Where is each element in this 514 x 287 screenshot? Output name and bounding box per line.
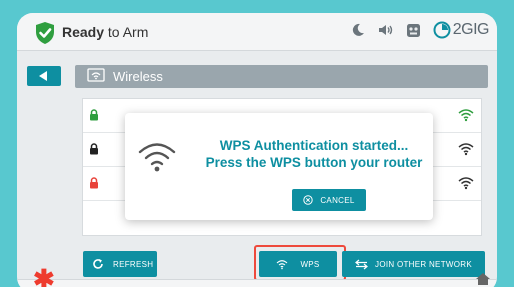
bottom-bar [17, 279, 497, 287]
lock-icon [90, 109, 98, 121]
camera-icon[interactable] [405, 21, 423, 39]
join-label: JOIN OTHER NETWORK [375, 259, 472, 269]
wifi-icon [277, 259, 288, 269]
cancel-button[interactable]: CANCEL [292, 189, 366, 211]
wireless-icon [87, 68, 105, 82]
wps-label: WPS [300, 259, 320, 269]
wifi-icon [138, 143, 176, 172]
brand-logo: 2GIG [433, 21, 490, 39]
join-other-network-button[interactable]: JOIN OTHER NETWORK [342, 251, 485, 277]
dialog-message-line1: WPS Authentication started... [219, 138, 409, 153]
top-icons: 2GIG [349, 21, 490, 39]
brand-text: 2GIG [452, 21, 490, 38]
cancel-label: CANCEL [320, 195, 355, 205]
status-strong: Ready [62, 24, 105, 40]
lock-icon [90, 143, 98, 155]
status-rest: to Arm [104, 24, 149, 40]
brand-logo-icon [433, 21, 451, 39]
shield-check-icon [36, 22, 54, 44]
wifi-signal-icon [458, 143, 474, 156]
cancel-icon [303, 195, 314, 205]
emergency-star-icon[interactable]: ✱ [33, 264, 55, 287]
lock-icon [90, 177, 98, 189]
speaker-icon[interactable] [377, 21, 395, 39]
refresh-label: REFRESH [113, 259, 154, 269]
status-bar: Ready to Arm 2GIG [17, 13, 497, 51]
refresh-button[interactable]: REFRESH [83, 251, 157, 277]
wifi-signal-icon [458, 109, 474, 122]
wifi-signal-icon [458, 177, 474, 190]
swap-arrows-icon [355, 259, 368, 269]
back-arrow-icon [39, 71, 47, 81]
home-icon[interactable] [475, 272, 491, 286]
arm-status: Ready to Arm [62, 24, 148, 40]
page-title-bar: Wireless [75, 65, 488, 88]
page-title: Wireless [113, 69, 163, 84]
moon-icon[interactable] [349, 21, 367, 39]
refresh-icon [93, 259, 103, 269]
dialog-message-line2: Press the WPS button your router [205, 155, 423, 170]
app-window: Ready to Arm 2GIG Wireless WPS Authentic… [17, 13, 497, 287]
wps-dialog: WPS Authentication started... Press the … [125, 113, 433, 220]
wps-button[interactable]: WPS [259, 251, 337, 277]
back-button[interactable] [27, 66, 61, 86]
